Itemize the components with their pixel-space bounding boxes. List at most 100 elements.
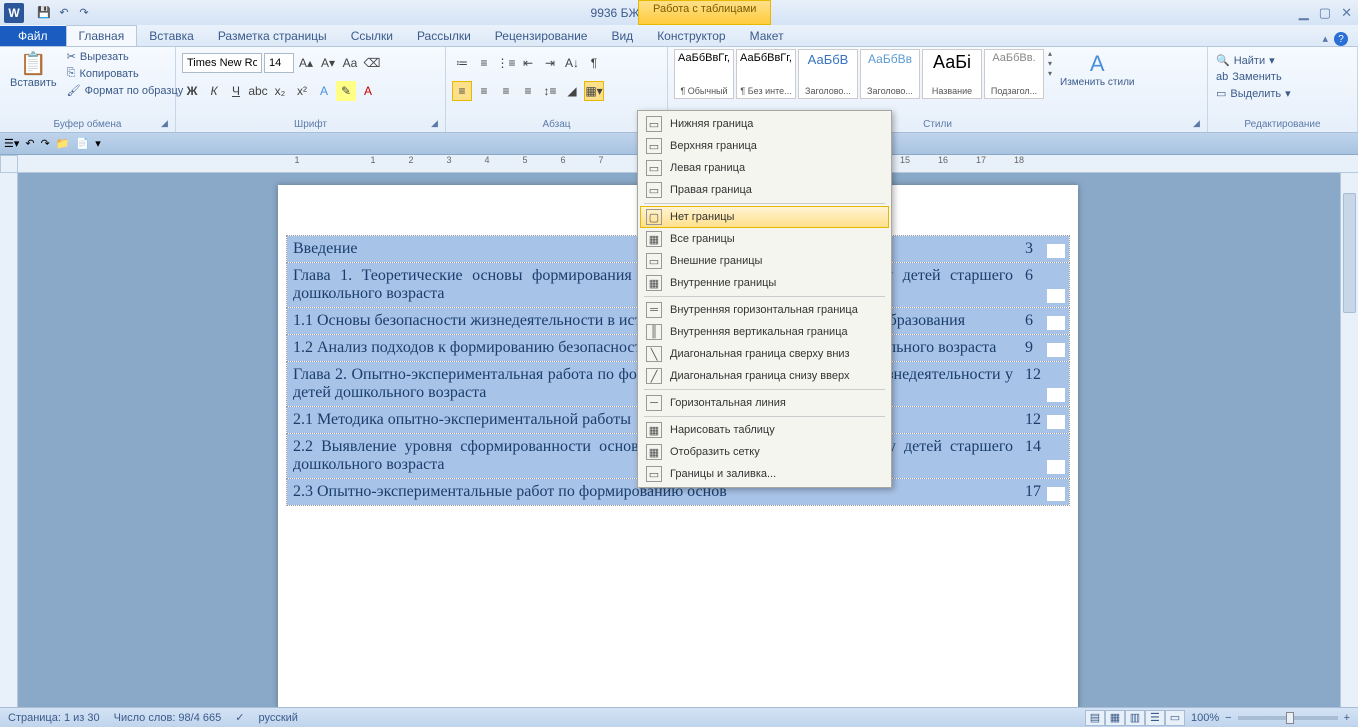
increase-indent-icon[interactable]: ⇥ bbox=[540, 53, 560, 73]
tab-table-layout[interactable]: Макет bbox=[738, 26, 796, 46]
toolbar-icon[interactable]: ↶ bbox=[25, 137, 34, 150]
full-screen-icon[interactable]: ▦ bbox=[1105, 710, 1125, 726]
spell-check-icon[interactable]: ✓ bbox=[235, 711, 244, 724]
format-painter-button[interactable]: 🖌Формат по образцу bbox=[65, 83, 186, 98]
find-button[interactable]: 🔍Найти▾ bbox=[1214, 53, 1351, 68]
style-item[interactable]: АаБбВвЗаголово... bbox=[860, 49, 920, 99]
sort-icon[interactable]: A↓ bbox=[562, 53, 582, 73]
toc-page-cell[interactable]: 3 bbox=[1019, 236, 1069, 262]
style-item[interactable]: АаБбВЗаголово... bbox=[798, 49, 858, 99]
align-center-icon[interactable]: ≡ bbox=[474, 81, 494, 101]
align-right-icon[interactable]: ≡ bbox=[496, 81, 516, 101]
tab-review[interactable]: Рецензирование bbox=[483, 26, 600, 46]
border-menu-item[interactable]: ▦Нарисовать таблицу bbox=[640, 419, 889, 441]
style-item[interactable]: АаБбВвГг,¶ Без инте... bbox=[736, 49, 796, 99]
border-menu-item[interactable]: ▦Внутренние границы bbox=[640, 272, 889, 294]
border-menu-item[interactable]: ║Внутренняя вертикальная граница bbox=[640, 321, 889, 343]
ribbon-minimize-icon[interactable]: ▴ bbox=[1322, 32, 1328, 46]
highlight-icon[interactable]: ✎ bbox=[336, 81, 356, 101]
border-menu-item[interactable]: ▢Нет границы bbox=[640, 206, 889, 228]
italic-icon[interactable]: К bbox=[204, 81, 224, 101]
clear-formatting-icon[interactable]: ⌫ bbox=[362, 53, 382, 73]
toc-page-cell[interactable]: 14 bbox=[1019, 434, 1069, 478]
toolbar-icon[interactable]: ▾ bbox=[95, 137, 101, 150]
web-layout-icon[interactable]: ▥ bbox=[1125, 710, 1145, 726]
cut-button[interactable]: ✂Вырезать bbox=[65, 49, 186, 64]
toc-page-cell[interactable]: 6 bbox=[1019, 308, 1069, 334]
tab-mailings[interactable]: Рассылки bbox=[405, 26, 483, 46]
strikethrough-icon[interactable]: abc bbox=[248, 81, 268, 101]
toolbar-icon[interactable]: ☰▾ bbox=[4, 137, 19, 150]
save-icon[interactable]: 💾 bbox=[36, 5, 52, 21]
copy-button[interactable]: ⎘Копировать bbox=[65, 66, 186, 81]
border-menu-item[interactable]: ▭Верхняя граница bbox=[640, 135, 889, 157]
zoom-slider[interactable] bbox=[1238, 716, 1338, 720]
toc-page-cell[interactable]: 6 bbox=[1019, 263, 1069, 307]
gallery-down-icon[interactable]: ▾ bbox=[1048, 59, 1052, 68]
close-icon[interactable]: ✕ bbox=[1341, 5, 1352, 21]
minimize-icon[interactable]: ▁ bbox=[1299, 5, 1309, 21]
numbering-icon[interactable]: ≡ bbox=[474, 53, 494, 73]
border-menu-item[interactable]: ─Горизонтальная линия bbox=[640, 392, 889, 414]
change-case-icon[interactable]: Aa bbox=[340, 53, 360, 73]
styles-dialog-launcher-icon[interactable]: ◢ bbox=[1193, 118, 1205, 130]
border-menu-item[interactable]: ▦Все границы bbox=[640, 228, 889, 250]
print-layout-icon[interactable]: ▤ bbox=[1085, 710, 1105, 726]
multilevel-icon[interactable]: ⋮≡ bbox=[496, 53, 516, 73]
style-item[interactable]: АаБбВвГг,¶ Обычный bbox=[674, 49, 734, 99]
font-name-input[interactable] bbox=[182, 53, 262, 73]
outline-icon[interactable]: ☰ bbox=[1145, 710, 1165, 726]
tab-view[interactable]: Вид bbox=[599, 26, 645, 46]
restore-icon[interactable]: ▢ bbox=[1319, 5, 1331, 21]
border-menu-item[interactable]: ╱Диагональная граница снизу вверх bbox=[640, 365, 889, 387]
subscript-icon[interactable]: x₂ bbox=[270, 81, 290, 101]
gallery-more-icon[interactable]: ▾ bbox=[1048, 69, 1052, 78]
superscript-icon[interactable]: x² bbox=[292, 81, 312, 101]
help-icon[interactable]: ? bbox=[1334, 32, 1348, 46]
toolbar-icon[interactable]: 📄 bbox=[76, 137, 90, 150]
undo-icon[interactable]: ↶ bbox=[56, 5, 72, 21]
tab-file[interactable]: Файл bbox=[0, 26, 66, 46]
zoom-thumb[interactable] bbox=[1286, 712, 1294, 724]
shrink-font-icon[interactable]: A▾ bbox=[318, 53, 338, 73]
replace-button[interactable]: abЗаменить bbox=[1214, 70, 1351, 84]
border-menu-item[interactable]: ▭Внешние границы bbox=[640, 250, 889, 272]
align-left-icon[interactable]: ≡ bbox=[452, 81, 472, 101]
word-count[interactable]: Число слов: 98/4 665 bbox=[114, 712, 222, 724]
border-menu-item[interactable]: ▭Границы и заливка... bbox=[640, 463, 889, 485]
change-styles-button[interactable]: A Изменить стили bbox=[1056, 49, 1138, 90]
style-item[interactable]: АаБбВв.Подзагол... bbox=[984, 49, 1044, 99]
border-menu-item[interactable]: ═Внутренняя горизонтальная граница bbox=[640, 299, 889, 321]
gallery-up-icon[interactable]: ▴ bbox=[1048, 49, 1052, 58]
show-marks-icon[interactable]: ¶ bbox=[584, 53, 604, 73]
font-size-input[interactable] bbox=[264, 53, 294, 73]
scrollbar-thumb[interactable] bbox=[1343, 193, 1356, 313]
zoom-level[interactable]: 100% bbox=[1191, 712, 1219, 724]
style-item[interactable]: АаБіНазвание bbox=[922, 49, 982, 99]
tab-page-layout[interactable]: Разметка страницы bbox=[206, 26, 339, 46]
tab-table-design[interactable]: Конструктор bbox=[645, 26, 737, 46]
border-menu-item[interactable]: ▭Нижняя граница bbox=[640, 113, 889, 135]
draft-icon[interactable]: ▭ bbox=[1165, 710, 1185, 726]
zoom-in-icon[interactable]: + bbox=[1344, 712, 1350, 724]
text-effects-icon[interactable]: A bbox=[314, 81, 334, 101]
clipboard-dialog-launcher-icon[interactable]: ◢ bbox=[161, 118, 173, 130]
bullets-icon[interactable]: ≔ bbox=[452, 53, 472, 73]
justify-icon[interactable]: ≡ bbox=[518, 81, 538, 101]
border-menu-item[interactable]: ╲Диагональная граница сверху вниз bbox=[640, 343, 889, 365]
toc-page-cell[interactable]: 9 bbox=[1019, 335, 1069, 361]
vertical-scrollbar[interactable] bbox=[1340, 173, 1358, 707]
paste-button[interactable]: 📋 Вставить bbox=[6, 49, 61, 91]
zoom-out-icon[interactable]: − bbox=[1225, 712, 1231, 724]
select-button[interactable]: ▭Выделить▾ bbox=[1214, 86, 1351, 101]
tab-insert[interactable]: Вставка bbox=[137, 26, 206, 46]
styles-gallery[interactable]: АаБбВвГг,¶ ОбычныйАаБбВвГг,¶ Без инте...… bbox=[674, 49, 1044, 99]
decrease-indent-icon[interactable]: ⇤ bbox=[518, 53, 538, 73]
toolbar-icon[interactable]: ↷ bbox=[41, 137, 50, 150]
tab-home[interactable]: Главная bbox=[66, 25, 138, 46]
vertical-ruler[interactable] bbox=[0, 173, 18, 707]
tab-references[interactable]: Ссылки bbox=[339, 26, 405, 46]
redo-icon[interactable]: ↷ bbox=[76, 5, 92, 21]
borders-button[interactable]: ▦▾ bbox=[584, 81, 604, 101]
language-indicator[interactable]: русский bbox=[258, 712, 297, 724]
